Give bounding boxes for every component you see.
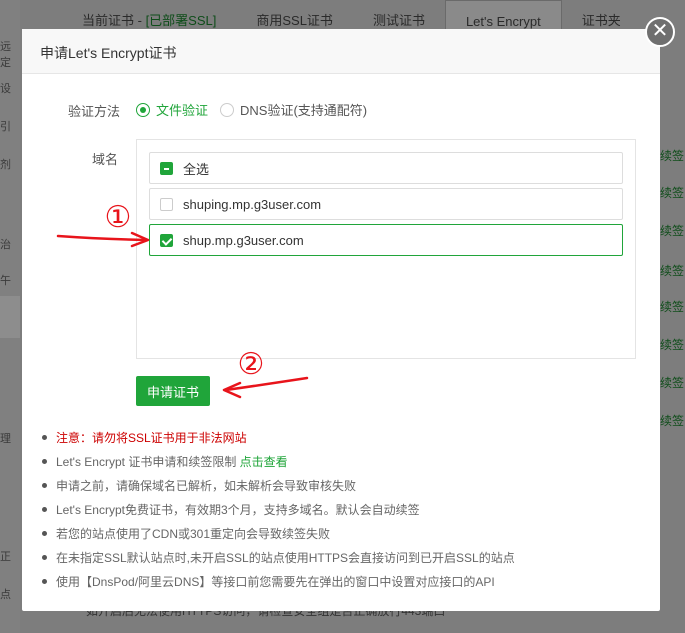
notes-item: 申请之前，请确保域名已解析，如未解析会导致审核失败 (40, 477, 640, 501)
renew-link[interactable]: 续签 (660, 147, 684, 164)
background-sidebar: 远定 设 引 剂 治 午 理 正 点 (0, 0, 20, 633)
checkbox-icon (160, 197, 173, 211)
apply-certificate-button[interactable]: 申请证书 (136, 376, 210, 406)
checkbox-partial-icon (160, 161, 173, 175)
view-limits-link[interactable]: 点击查看 (240, 455, 288, 469)
radio-dot-icon (136, 102, 150, 117)
sidebar-fragment: 远定 (0, 41, 11, 69)
sidebar-highlight (0, 296, 20, 338)
renew-link[interactable]: 续签 (660, 222, 684, 239)
sidebar-fragment: 剂 (0, 159, 11, 171)
sidebar-fragment: 引 (0, 121, 11, 133)
radio-dot-icon (220, 102, 234, 117)
notes-item: 在未指定SSL默认站点时,未开启SSL的站点使用HTTPS会直接访问到已开启SS… (40, 549, 640, 573)
domain-item[interactable]: shup.mp.g3user.com (149, 224, 623, 256)
sidebar-fragment: 设 (0, 83, 11, 95)
radio-dns-verify[interactable]: DNS验证(支持通配符) (220, 100, 367, 119)
domain-list: 全选 shuping.mp.g3user.com shup.mp.g3user.… (136, 139, 636, 359)
renew-link[interactable]: 续签 (660, 298, 684, 315)
renew-link[interactable]: 续签 (660, 336, 684, 353)
sidebar-fragment: 正 (0, 551, 11, 563)
notes-item: 注意：请勿将SSL证书用于非法网站 (40, 429, 640, 453)
renew-link[interactable]: 续签 (660, 262, 684, 279)
radio-file-verify[interactable]: 文件验证 (136, 100, 208, 119)
sidebar-fragment: 治 (0, 239, 11, 251)
domain-label: 域名 (92, 152, 119, 167)
select-all-checkbox[interactable]: 全选 (149, 152, 623, 184)
sidebar-fragment: 午 (0, 275, 11, 287)
checkbox-checked-icon (160, 233, 173, 247)
verify-method-label: 验证方法 (68, 104, 121, 119)
renew-link[interactable]: 续签 (660, 412, 684, 429)
renew-link[interactable]: 续签 (660, 374, 684, 391)
dialog-title: 申请Let's Encrypt证书 (40, 45, 177, 61)
notes-item: Let's Encrypt 证书申请和续签限制 点击查看 (40, 453, 640, 477)
close-icon[interactable]: ✕ (645, 17, 675, 47)
renew-link[interactable]: 续签 (660, 184, 684, 201)
notes-list: 注意：请勿将SSL证书用于非法网站 Let's Encrypt 证书申请和续签限… (40, 429, 640, 597)
sidebar-fragment: 点 (0, 589, 11, 601)
domain-item[interactable]: shuping.mp.g3user.com (149, 188, 623, 220)
lets-encrypt-dialog: 申请Let's Encrypt证书 验证方法 文件验证 DNS验证(支持通配符)… (22, 29, 660, 611)
notes-item: 使用【DnsPod/阿里云DNS】等接口前您需要先在弹出的窗口中设置对应接口的A… (40, 573, 640, 597)
sidebar-fragment: 理 (0, 433, 11, 445)
notes-item: 若您的站点使用了CDN或301重定向会导致续签失败 (40, 525, 640, 549)
notes-item: Let's Encrypt免费证书，有效期3个月，支持多域名。默认会自动续签 (40, 501, 640, 525)
dialog-header: 申请Let's Encrypt证书 (22, 29, 660, 74)
